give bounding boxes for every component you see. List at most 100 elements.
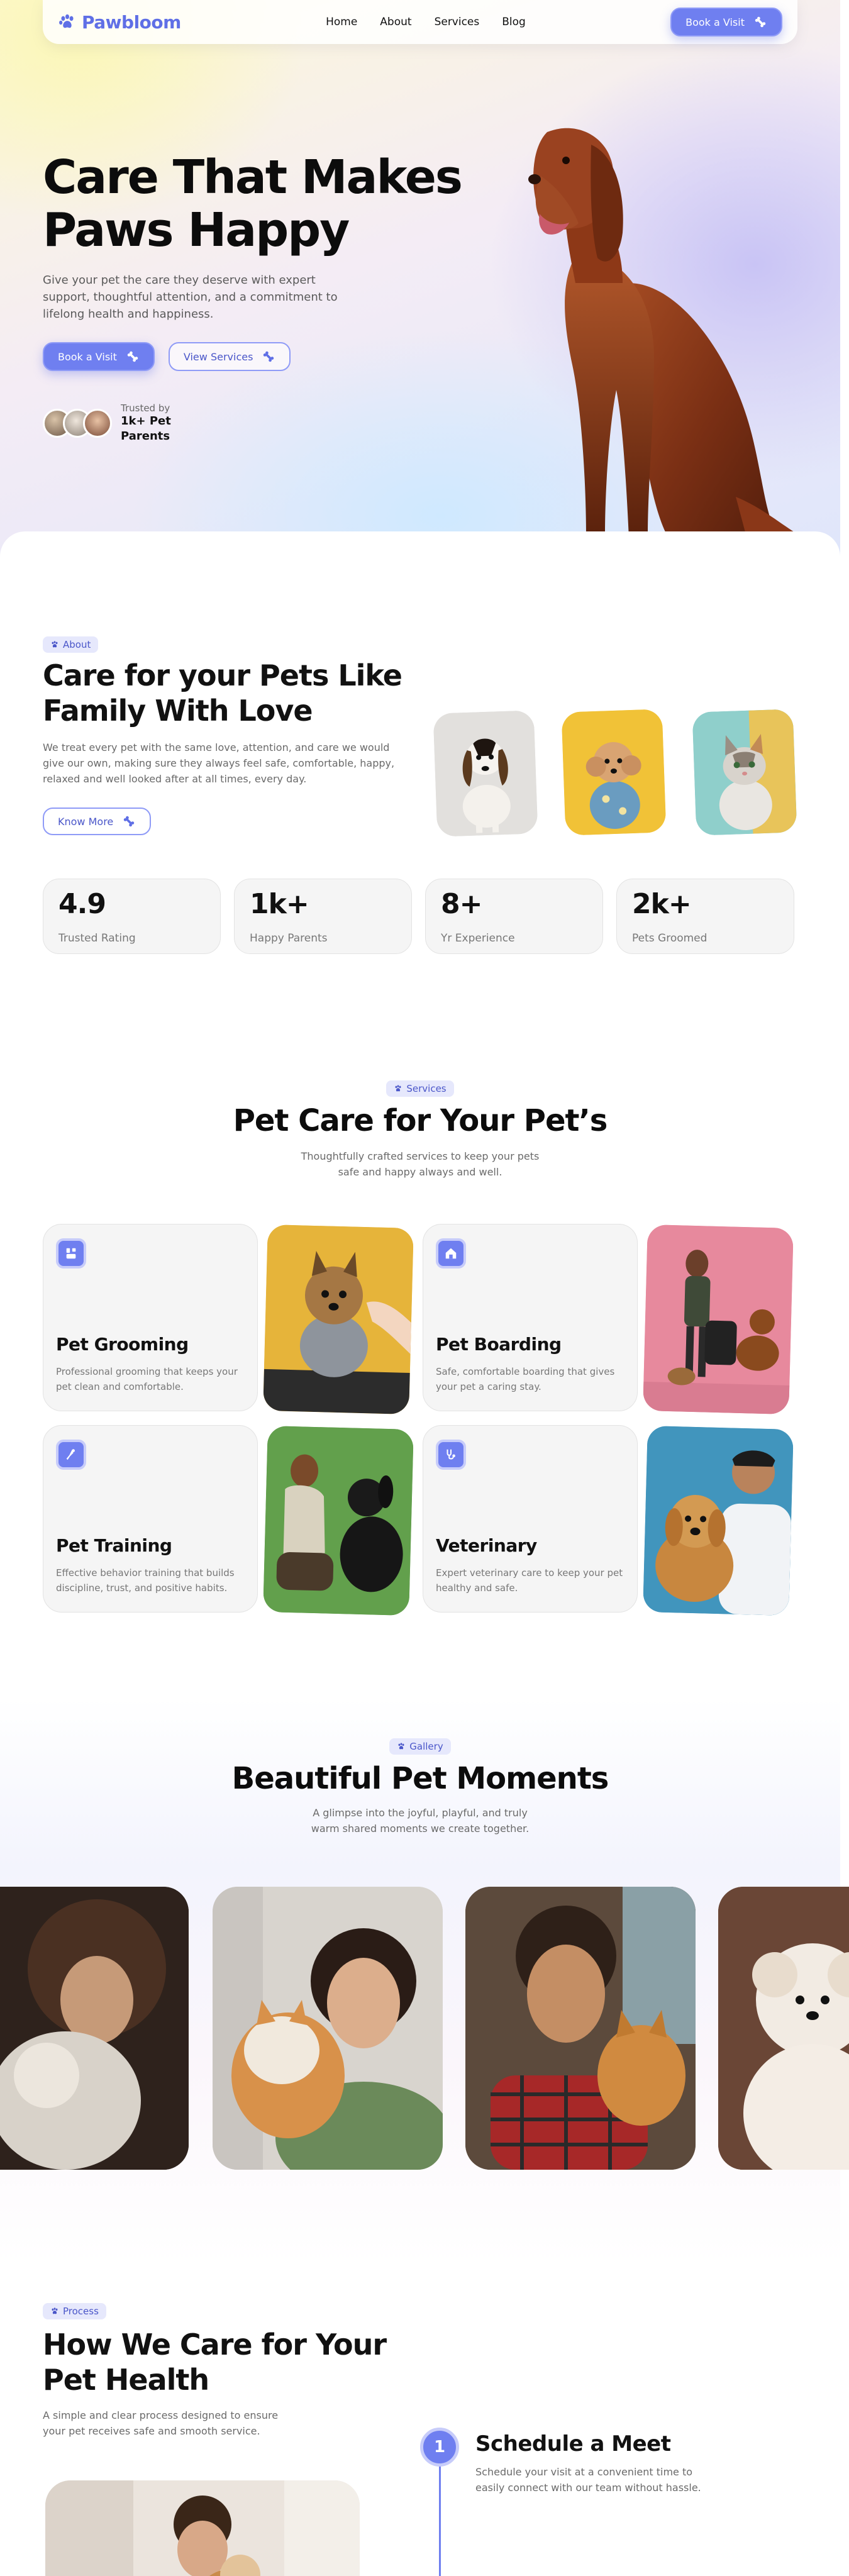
about-pill: About (43, 636, 99, 653)
trusted-by: Trusted by 1k+ Pet Parents (43, 402, 177, 444)
about-title: Care for your Pets Like Family With Love (43, 658, 402, 728)
hero-book-visit-label: Book a Visit (58, 350, 117, 363)
service-card-boarding[interactable]: Pet Boarding Safe, comfortable boarding … (423, 1224, 638, 1411)
bone-icon (755, 16, 766, 28)
service-name: Veterinary (436, 1535, 537, 1556)
veterinary-illustration (643, 1426, 794, 1616)
poodle-illustration (561, 709, 667, 836)
training-illustration (263, 1426, 414, 1616)
stat-label: Pets Groomed (632, 932, 708, 945)
stethoscope-icon (436, 1440, 466, 1470)
cat-illustration (692, 709, 797, 836)
trusted-label: Trusted by (121, 402, 170, 414)
paw-icon (52, 2307, 58, 2314)
paw-icon (398, 1743, 404, 1750)
training-icon (56, 1440, 86, 1470)
gallery-woman-dog-illustration (0, 1887, 189, 2170)
navbar: Pawbloom Home About Services Blog Book a… (43, 0, 797, 44)
gallery-header: Gallery Beautiful Pet Moments A glimpse … (0, 1738, 840, 1836)
avatar (83, 409, 112, 438)
know-more-button[interactable]: Know More (43, 808, 152, 835)
view-services-button[interactable]: View Services (168, 342, 291, 371)
nav-link-home[interactable]: Home (326, 16, 357, 28)
stat-value: 8+ (441, 888, 482, 920)
service-card-grooming[interactable]: Pet Grooming Professional grooming that … (43, 1224, 258, 1411)
trusted-text: Trusted by 1k+ Pet Parents (121, 402, 177, 444)
gallery-dog-illustration (718, 1887, 849, 2170)
yorkie-illustration (263, 1224, 414, 1414)
avatar-group (43, 409, 112, 438)
gallery-photo (718, 1887, 849, 2170)
stat-value: 4.9 (58, 888, 106, 920)
stat-label: Happy Parents (250, 932, 328, 945)
gallery-subtitle: A glimpse into the joyful, playful, and … (311, 1807, 530, 1835)
step-title: Schedule a Meet (475, 2431, 671, 2457)
nav-link-services[interactable]: Services (435, 16, 480, 28)
services-subtitle: Thoughtfully crafted services to keep yo… (301, 1150, 540, 1178)
nav-book-visit-label: Book a Visit (685, 16, 745, 28)
nav-link-blog[interactable]: Blog (502, 16, 526, 28)
process-pill-label: Process (63, 2306, 99, 2317)
service-name: Pet Training (56, 1535, 172, 1556)
view-services-label: View Services (183, 350, 253, 363)
hero-dog-image (484, 128, 811, 565)
beagle-photo (433, 710, 538, 837)
hero-cta-group: Book a Visit View Services (43, 342, 291, 371)
service-card-training[interactable]: Pet Training Effective behavior training… (43, 1425, 258, 1613)
nav-links: Home About Services Blog (326, 16, 526, 28)
gallery-man-cat-illustration (465, 1887, 696, 2170)
trusted-count: 1k+ Pet Parents (121, 414, 171, 443)
veterinary-photo (643, 1426, 794, 1616)
hero-subtitle: Give your pet the care they deserve with… (43, 274, 338, 321)
gallery-title: Beautiful Pet Moments (231, 1761, 609, 1796)
hero-bottom-curve (0, 531, 840, 566)
nav-link-about[interactable]: About (380, 16, 411, 28)
paw-icon (59, 14, 74, 28)
gallery-photo (465, 1887, 696, 2170)
poodle-photo (561, 709, 667, 836)
hero-title: Care That Makes Paws Happy (43, 150, 463, 257)
step-desc: Schedule your visit at a convenient time… (475, 2466, 701, 2494)
service-desc: Expert veterinary care to keep your pet … (436, 1567, 623, 1594)
beagle-illustration (433, 710, 538, 837)
brand-logo[interactable]: Pawbloom (58, 12, 181, 33)
house-icon (436, 1238, 466, 1269)
stat-value: 1k+ (250, 888, 309, 920)
stat-value: 2k+ (632, 888, 692, 920)
paw-icon (52, 641, 58, 648)
brand-name: Pawbloom (82, 11, 181, 33)
hero-book-visit-button[interactable]: Book a Visit (43, 342, 155, 371)
services-title: Pet Care for Your Pet’s (233, 1103, 608, 1138)
grooming-icon (56, 1238, 86, 1269)
gallery-woman-cat-illustration (213, 1887, 443, 2170)
gallery-pill: Gallery (389, 1738, 451, 1755)
cat-photo (692, 709, 797, 836)
stat-label: Trusted Rating (58, 932, 136, 945)
paw-icon (395, 1085, 401, 1092)
training-photo (263, 1426, 414, 1616)
service-name: Pet Boarding (436, 1334, 562, 1355)
bone-icon (124, 816, 135, 827)
process-title: How We Care for Your Pet Health (43, 2328, 387, 2397)
stat-card: 4.9 Trusted Rating (43, 879, 221, 954)
about-pill-label: About (63, 639, 91, 650)
stat-card: 2k+ Pets Groomed (616, 879, 794, 954)
boarding-illustration (643, 1224, 794, 1414)
services-pill: Services (386, 1080, 454, 1097)
step-number: 1 (420, 2428, 459, 2467)
stat-label: Yr Experience (441, 932, 515, 945)
process-photo (45, 2480, 360, 2576)
gallery-pill-label: Gallery (409, 1741, 443, 1752)
about-text: We treat every pet with the same love, a… (43, 741, 395, 785)
service-name: Pet Grooming (56, 1334, 189, 1355)
page: Pawbloom Home About Services Blog Book a… (0, 0, 849, 2576)
bone-icon (264, 351, 274, 362)
service-desc: Effective behavior training that builds … (56, 1567, 235, 1594)
nav-book-visit-button[interactable]: Book a Visit (670, 8, 782, 36)
stats-row: 4.9 Trusted Rating 1k+ Happy Parents 8+ … (43, 879, 794, 954)
service-card-veterinary[interactable]: Veterinary Expert veterinary care to kee… (423, 1425, 638, 1613)
stat-card: 1k+ Happy Parents (234, 879, 412, 954)
process-subtitle: A simple and clear process designed to e… (43, 2409, 279, 2437)
stat-card: 8+ Yr Experience (425, 879, 603, 954)
services-pill-label: Services (406, 1083, 447, 1094)
